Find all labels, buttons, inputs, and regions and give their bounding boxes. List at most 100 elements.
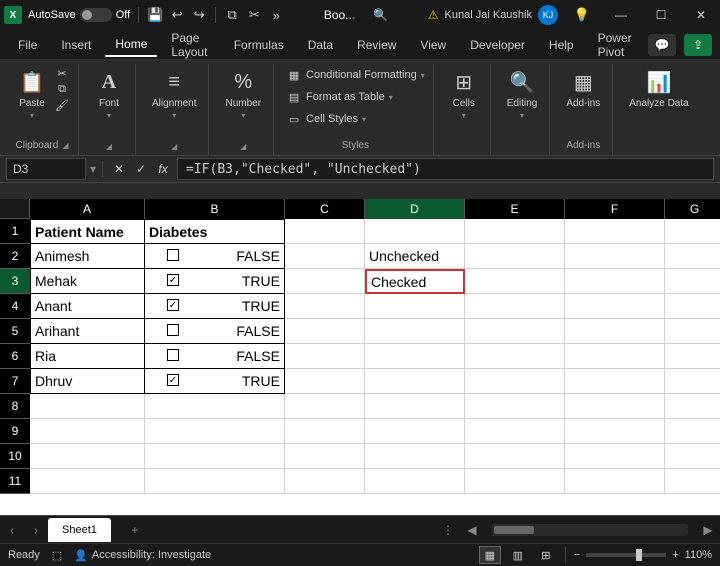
cell-G4[interactable]: [665, 294, 720, 319]
menu-view[interactable]: View: [410, 34, 456, 56]
enter-formula-icon[interactable]: ✓: [131, 159, 151, 179]
zoom-slider[interactable]: [586, 553, 666, 557]
cell-D10[interactable]: [365, 444, 465, 469]
row-header-6[interactable]: 6: [0, 344, 30, 369]
cell-D9[interactable]: [365, 419, 465, 444]
row-header-11[interactable]: 11: [0, 469, 30, 494]
cell-A6[interactable]: Ria: [30, 344, 145, 369]
cell-G9[interactable]: [665, 419, 720, 444]
checkbox-anant[interactable]: ✓: [167, 299, 179, 311]
cell-F8[interactable]: [565, 394, 665, 419]
sheet-nav-next[interactable]: ›: [24, 518, 48, 542]
cell-G8[interactable]: [665, 394, 720, 419]
menu-insert[interactable]: Insert: [51, 34, 101, 56]
spreadsheet-grid[interactable]: ABCDEFG 1234567891011 Patient NameDiabet…: [0, 199, 720, 515]
redo-icon[interactable]: ↪: [191, 7, 207, 23]
cells-button[interactable]: ⊞ Cells ▾: [446, 66, 482, 122]
menu-review[interactable]: Review: [347, 34, 406, 56]
column-header-F[interactable]: F: [565, 199, 665, 219]
cell-A3[interactable]: Mehak: [30, 269, 145, 294]
cell-C4[interactable]: [285, 294, 365, 319]
autosave-toggle[interactable]: AutoSave Off: [28, 8, 130, 22]
document-name[interactable]: Boo...: [324, 8, 355, 22]
warning-icon[interactable]: ⚠: [428, 8, 439, 22]
cell-A10[interactable]: [30, 444, 145, 469]
cell-B3[interactable]: ✓TRUE: [145, 269, 285, 294]
analyze-data-button[interactable]: 📊 Analyze Data: [625, 66, 692, 111]
column-header-B[interactable]: B: [145, 199, 285, 219]
cell-F9[interactable]: [565, 419, 665, 444]
cell-B6[interactable]: FALSE: [145, 344, 285, 369]
column-header-A[interactable]: A: [30, 199, 145, 219]
minimize-button[interactable]: —: [606, 3, 636, 27]
cell-B10[interactable]: [145, 444, 285, 469]
cell-A7[interactable]: Dhruv: [30, 369, 145, 394]
cell-F1[interactable]: [565, 219, 665, 244]
menu-file[interactable]: File: [8, 34, 47, 56]
cell-B8[interactable]: [145, 394, 285, 419]
row-header-2[interactable]: 2: [0, 244, 30, 269]
hscroll-left[interactable]: ◀: [460, 518, 484, 542]
cell-G6[interactable]: [665, 344, 720, 369]
menu-formulas[interactable]: Formulas: [224, 34, 294, 56]
cell-A2[interactable]: Animesh: [30, 244, 145, 269]
cell-B9[interactable]: [145, 419, 285, 444]
menu-home[interactable]: Home: [105, 33, 157, 57]
close-button[interactable]: ✕: [686, 3, 716, 27]
save-icon[interactable]: 💾: [147, 7, 163, 23]
cell-D8[interactable]: [365, 394, 465, 419]
cell-B7[interactable]: ✓TRUE: [145, 369, 285, 394]
cut-icon[interactable]: ✂: [246, 7, 262, 23]
zoom-level[interactable]: 110%: [685, 549, 712, 561]
avatar[interactable]: KJ: [538, 5, 558, 25]
cell-B5[interactable]: FALSE: [145, 319, 285, 344]
cell-A1[interactable]: Patient Name: [30, 219, 145, 244]
menu-page-layout[interactable]: Page Layout: [161, 27, 219, 63]
cell-D7[interactable]: [365, 369, 465, 394]
checkbox-ria[interactable]: [167, 349, 179, 361]
cell-E11[interactable]: [465, 469, 565, 494]
cell-styles-button[interactable]: ▭Cell Styles ▾: [286, 110, 366, 128]
maximize-button[interactable]: ☐: [646, 3, 676, 27]
cell-E7[interactable]: [465, 369, 565, 394]
cell-B2[interactable]: FALSE: [145, 244, 285, 269]
checkbox-dhruv[interactable]: ✓: [167, 374, 179, 386]
cell-G1[interactable]: [665, 219, 720, 244]
cell-A4[interactable]: Anant: [30, 294, 145, 319]
cell-F5[interactable]: [565, 319, 665, 344]
comments-button[interactable]: 💬: [648, 34, 676, 56]
row-header-10[interactable]: 10: [0, 444, 30, 469]
cell-A8[interactable]: [30, 394, 145, 419]
cell-B4[interactable]: ✓TRUE: [145, 294, 285, 319]
checkbox-mehak[interactable]: ✓: [167, 274, 179, 286]
view-page-layout-button[interactable]: ▥: [507, 546, 529, 564]
cut-small-icon[interactable]: ✂: [54, 66, 70, 80]
cell-C6[interactable]: [285, 344, 365, 369]
cell-G5[interactable]: [665, 319, 720, 344]
sheet-tab-active[interactable]: Sheet1: [48, 518, 111, 542]
alignment-button[interactable]: ≡ Alignment ▾: [148, 66, 200, 122]
cell-E8[interactable]: [465, 394, 565, 419]
paste-button[interactable]: 📋 Paste ▾: [14, 66, 50, 122]
menu-power-pivot[interactable]: Power Pivot: [588, 27, 644, 63]
cell-F3[interactable]: [565, 269, 665, 294]
cell-F6[interactable]: [565, 344, 665, 369]
cell-E2[interactable]: [465, 244, 565, 269]
column-header-G[interactable]: G: [665, 199, 720, 219]
cell-G2[interactable]: [665, 244, 720, 269]
cell-C9[interactable]: [285, 419, 365, 444]
row-header-1[interactable]: 1: [0, 219, 30, 244]
cell-F2[interactable]: [565, 244, 665, 269]
cell-C2[interactable]: [285, 244, 365, 269]
addins-button[interactable]: ▦ Add-ins: [562, 66, 604, 111]
row-header-5[interactable]: 5: [0, 319, 30, 344]
cell-C7[interactable]: [285, 369, 365, 394]
cell-G7[interactable]: [665, 369, 720, 394]
cell-C3[interactable]: [285, 269, 365, 294]
row-header-3[interactable]: 3: [0, 269, 30, 294]
undo-icon[interactable]: ↩: [169, 7, 185, 23]
row-header-9[interactable]: 9: [0, 419, 30, 444]
view-normal-button[interactable]: ▦: [479, 546, 501, 564]
cell-D5[interactable]: [365, 319, 465, 344]
cell-A5[interactable]: Arihant: [30, 319, 145, 344]
